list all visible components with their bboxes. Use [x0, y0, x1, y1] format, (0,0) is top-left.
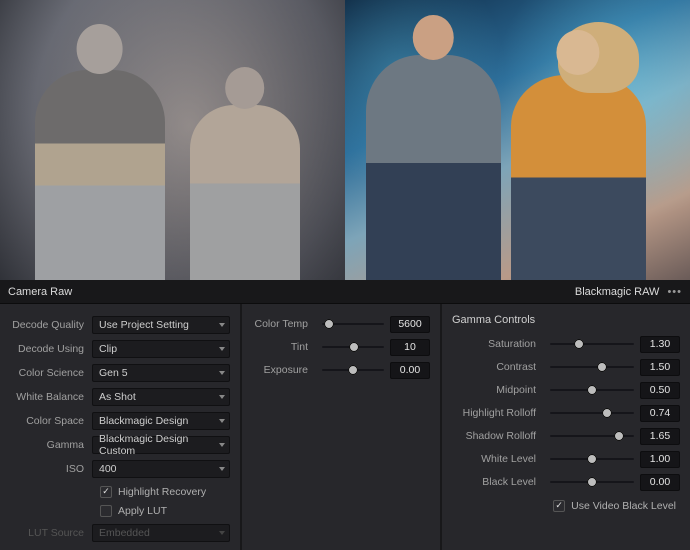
- gamma-label: Gamma: [10, 439, 92, 451]
- panel-title-right: Blackmagic RAW: [575, 286, 660, 298]
- saturation-slider[interactable]: [550, 337, 634, 351]
- exposure-column: Color Temp 5600 Tint 10 Exposure 0.00: [242, 304, 442, 550]
- controls-panel: Decode Quality Use Project Setting Decod…: [0, 304, 690, 550]
- color-science-label: Color Science: [10, 367, 92, 379]
- lut-source-select: Embedded: [92, 524, 230, 542]
- chevron-down-icon: [219, 323, 225, 327]
- panel-menu-icon[interactable]: •••: [667, 286, 682, 298]
- tint-slider[interactable]: [322, 340, 384, 354]
- gamma-controls-title: Gamma Controls: [452, 314, 680, 326]
- decode-quality-select[interactable]: Use Project Setting: [92, 316, 230, 334]
- contrast-slider[interactable]: [550, 360, 634, 374]
- white-level-value[interactable]: 1.00: [640, 451, 680, 468]
- midpoint-slider[interactable]: [550, 383, 634, 397]
- iso-select[interactable]: 400: [92, 460, 230, 478]
- decode-settings-column: Decode Quality Use Project Setting Decod…: [0, 304, 242, 550]
- decode-quality-label: Decode Quality: [10, 319, 92, 331]
- color-temp-slider[interactable]: [322, 317, 384, 331]
- saturation-label: Saturation: [452, 338, 544, 350]
- color-temp-label: Color Temp: [252, 318, 316, 330]
- tint-label: Tint: [252, 341, 316, 353]
- midpoint-value[interactable]: 0.50: [640, 382, 680, 399]
- midpoint-label: Midpoint: [452, 384, 544, 396]
- shadow-rolloff-label: Shadow Rolloff: [452, 430, 544, 442]
- gamma-select[interactable]: Blackmagic Design Custom: [92, 436, 230, 454]
- preview-viewer: [0, 0, 690, 280]
- chevron-down-icon: [219, 371, 225, 375]
- chevron-down-icon: [219, 395, 225, 399]
- shadow-rolloff-slider[interactable]: [550, 429, 634, 443]
- decode-using-select[interactable]: Clip: [92, 340, 230, 358]
- shadow-rolloff-value[interactable]: 1.65: [640, 428, 680, 445]
- highlight-recovery-label: Highlight Recovery: [118, 486, 206, 498]
- white-level-label: White Level: [452, 453, 544, 465]
- panel-header: Camera Raw Blackmagic RAW •••: [0, 280, 690, 304]
- white-balance-label: White Balance: [10, 391, 92, 403]
- preview-left: [0, 0, 345, 280]
- contrast-label: Contrast: [452, 361, 544, 373]
- black-level-slider[interactable]: [550, 475, 634, 489]
- apply-lut-label: Apply LUT: [118, 505, 167, 517]
- video-black-level-label: Use Video Black Level: [571, 500, 676, 512]
- tint-value[interactable]: 10: [390, 339, 430, 356]
- color-science-select[interactable]: Gen 5: [92, 364, 230, 382]
- chevron-down-icon: [219, 347, 225, 351]
- color-space-select[interactable]: Blackmagic Design: [92, 412, 230, 430]
- chevron-down-icon: [219, 419, 225, 423]
- exposure-value[interactable]: 0.00: [390, 362, 430, 379]
- black-level-label: Black Level: [452, 476, 544, 488]
- video-black-level-checkbox[interactable]: [553, 500, 565, 512]
- highlight-rolloff-value[interactable]: 0.74: [640, 405, 680, 422]
- preview-right: [345, 0, 690, 280]
- iso-label: ISO: [10, 463, 92, 475]
- highlight-recovery-checkbox[interactable]: [100, 486, 112, 498]
- exposure-slider[interactable]: [322, 363, 384, 377]
- white-level-slider[interactable]: [550, 452, 634, 466]
- panel-title-left: Camera Raw: [8, 286, 72, 298]
- saturation-value[interactable]: 1.30: [640, 336, 680, 353]
- lut-source-label: LUT Source: [10, 527, 92, 539]
- chevron-down-icon: [219, 443, 225, 447]
- apply-lut-checkbox[interactable]: [100, 505, 112, 517]
- highlight-rolloff-slider[interactable]: [550, 406, 634, 420]
- color-space-label: Color Space: [10, 415, 92, 427]
- contrast-value[interactable]: 1.50: [640, 359, 680, 376]
- chevron-down-icon: [219, 531, 225, 535]
- decode-using-label: Decode Using: [10, 343, 92, 355]
- gamma-controls-column: Gamma Controls Saturation 1.30 Contrast …: [442, 304, 690, 550]
- color-temp-value[interactable]: 5600: [390, 316, 430, 333]
- chevron-down-icon: [219, 467, 225, 471]
- black-level-value[interactable]: 0.00: [640, 474, 680, 491]
- white-balance-select[interactable]: As Shot: [92, 388, 230, 406]
- highlight-rolloff-label: Highlight Rolloff: [452, 407, 544, 419]
- exposure-label: Exposure: [252, 364, 316, 376]
